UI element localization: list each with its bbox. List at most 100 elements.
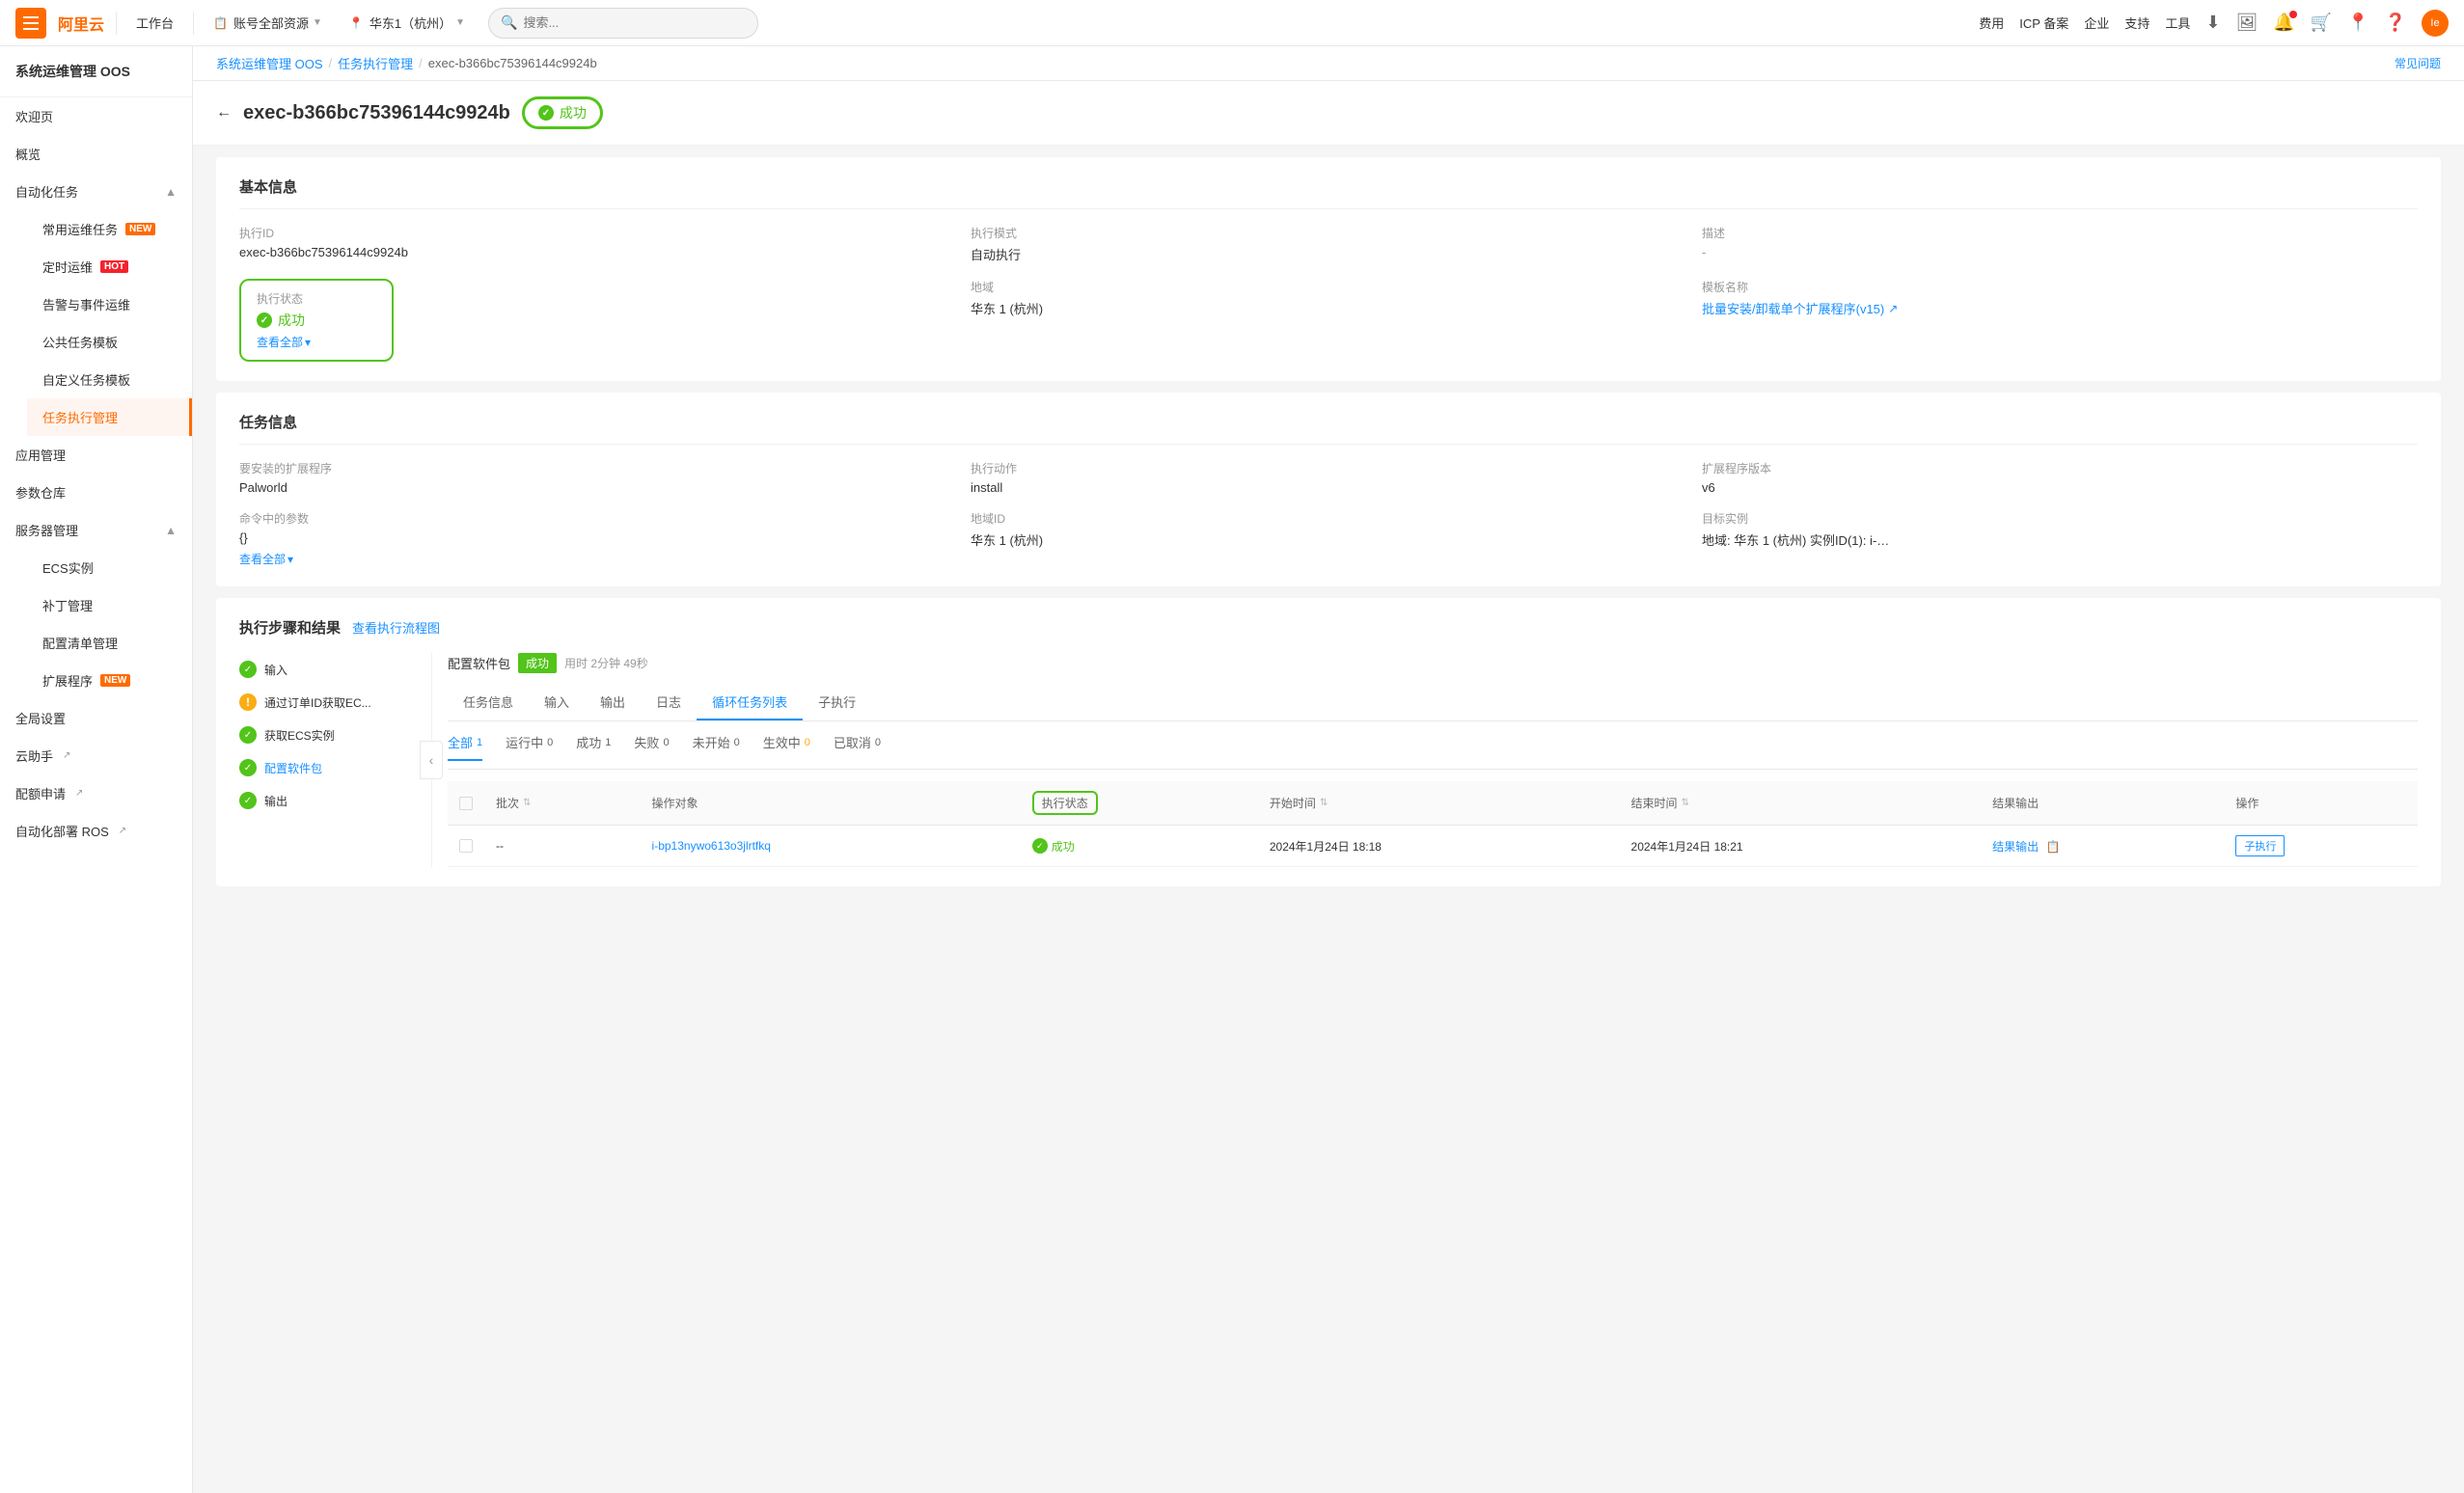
download-icon[interactable]: ⬇: [2205, 13, 2220, 33]
filter-not-started[interactable]: 未开始 0: [693, 733, 740, 761]
back-button[interactable]: ←: [216, 104, 232, 122]
filter-cancelled[interactable]: 已取消 0: [834, 733, 881, 761]
sidebar-item-alert-ops[interactable]: 告警与事件运维: [27, 285, 192, 323]
value-exec-id: exec-b366bc75396144c9924b: [239, 245, 955, 259]
sidebar-item-extensions[interactable]: 扩展程序 NEW: [27, 662, 192, 699]
sidebar-item-common-ops[interactable]: 常用运维任务 NEW: [27, 210, 192, 248]
collapse-toggle[interactable]: ‹: [420, 741, 443, 779]
sidebar-item-cloud-assist[interactable]: 云助手 ↗: [0, 737, 192, 774]
tab-log[interactable]: 日志: [641, 685, 697, 720]
nav-icp[interactable]: ICP 备案: [2019, 14, 2068, 32]
th-batch-sort: 批次 ⇅: [496, 795, 629, 811]
th-end-sort: 结束时间 ⇅: [1631, 795, 1970, 811]
view-all-chevron: ▾: [305, 336, 311, 349]
sidebar-item-custom-template[interactable]: 自定义任务模板: [27, 361, 192, 398]
th-batch-sort-icon[interactable]: ⇅: [523, 798, 531, 808]
help-icon[interactable]: ❓: [2385, 13, 2406, 33]
step-ecs[interactable]: 获取ECS实例: [239, 719, 416, 751]
row-checkbox[interactable]: [459, 839, 473, 853]
nav-workbench[interactable]: 工作台: [128, 14, 181, 32]
filter-success[interactable]: 成功 1: [576, 733, 611, 761]
td-checkbox: [448, 826, 484, 867]
label-ext-version: 扩展程序版本: [1702, 460, 2418, 476]
filter-active[interactable]: 生效中 0: [763, 733, 810, 761]
header-checkbox[interactable]: [459, 797, 473, 810]
sidebar-item-param-store[interactable]: 参数仓库: [0, 474, 192, 511]
step-input[interactable]: 输入: [239, 653, 416, 686]
view-all-status[interactable]: 查看全部 ▾: [257, 334, 376, 350]
step-pkg[interactable]: 配置软件包: [239, 751, 416, 784]
child-exec-button[interactable]: 子执行: [2235, 835, 2285, 856]
cart-icon[interactable]: 🛒: [2311, 13, 2332, 33]
sidebar-item-task-execution[interactable]: 任务执行管理: [27, 398, 192, 436]
image-icon[interactable]: 🖼: [2235, 13, 2258, 33]
sidebar-item-ros[interactable]: 自动化部署 ROS ↗: [0, 812, 192, 850]
sidebar-item-scheduled[interactable]: 定时运维 HOT: [27, 248, 192, 285]
filter-all[interactable]: 全部 1: [448, 733, 482, 761]
th-action: 操作: [2224, 781, 2418, 826]
location-nav-icon[interactable]: 📍: [2347, 13, 2368, 33]
td-start: 2024年1月24日 18:18: [1258, 826, 1620, 867]
sidebar-label-welcome: 欢迎页: [15, 107, 53, 125]
steps-layout: 输入 ! 通过订单ID获取EC... 获取ECS实例 配置软件包: [239, 653, 2418, 867]
notification-icon[interactable]: 🔔: [2273, 13, 2294, 33]
sidebar-item-inventory[interactable]: 配置清单管理: [27, 624, 192, 662]
user-avatar[interactable]: Ie: [2422, 10, 2449, 37]
sidebar-item-app-mgmt[interactable]: 应用管理: [0, 436, 192, 474]
filter-failed-label: 失败: [634, 733, 659, 751]
copy-icon[interactable]: 📋: [2046, 840, 2061, 854]
tab-output[interactable]: 输出: [585, 685, 641, 720]
sidebar-label-public-template: 公共任务模板: [42, 333, 118, 351]
breadcrumb-task-exec[interactable]: 任务执行管理: [338, 54, 413, 72]
output-link[interactable]: 结果输出: [1992, 840, 2039, 854]
nav-region[interactable]: 📍 华东1（杭州） ▼: [342, 14, 473, 32]
logo-text: 阿里云: [58, 12, 104, 35]
tab-task-info[interactable]: 任务信息: [448, 685, 529, 720]
basic-info-title: 基本信息: [239, 176, 2418, 209]
sidebar-item-patch[interactable]: 补丁管理: [27, 586, 192, 624]
th-start-sort-icon[interactable]: ⇅: [1320, 798, 1328, 808]
logo[interactable]: 阿里云: [58, 12, 104, 35]
search-box[interactable]: 🔍: [488, 8, 758, 39]
sidebar-item-ecs[interactable]: ECS实例: [27, 549, 192, 586]
step-output[interactable]: 输出: [239, 784, 416, 817]
content-area: 系统运维管理 OOS / 任务执行管理 / exec-b366bc7539614…: [193, 46, 2464, 1493]
view-flow-link[interactable]: 查看执行流程图: [352, 618, 440, 637]
nav-account[interactable]: 📋 账号全部资源 ▼: [205, 14, 330, 32]
search-input[interactable]: [523, 15, 746, 30]
hamburger-button[interactable]: [15, 8, 46, 39]
sidebar-item-automation[interactable]: 自动化任务 ▲: [0, 173, 192, 210]
sidebar-item-welcome[interactable]: 欢迎页: [0, 97, 192, 135]
step-order[interactable]: ! 通过订单ID获取EC...: [239, 686, 416, 719]
tab-loop-tasks[interactable]: 循环任务列表: [697, 685, 803, 720]
nav-support[interactable]: 支持: [2124, 14, 2149, 32]
th-batch-label: 批次: [496, 795, 519, 811]
value-template[interactable]: 批量安装/卸载单个扩展程序(v15) ↗: [1702, 299, 2418, 317]
breadcrumb-oos[interactable]: 系统运维管理 OOS: [216, 54, 323, 72]
th-end-sort-icon[interactable]: ⇅: [1682, 798, 1689, 808]
tab-child-exec[interactable]: 子执行: [803, 685, 871, 720]
sidebar-item-overview[interactable]: 概览: [0, 135, 192, 173]
table-wrapper: 批次 ⇅ 操作对象: [448, 781, 2418, 867]
sidebar-item-global-settings[interactable]: 全局设置: [0, 699, 192, 737]
step-label-ecs: 获取ECS实例: [264, 727, 335, 744]
nav-fee[interactable]: 费用: [1979, 14, 2004, 32]
sidebar-item-server-mgmt[interactable]: 服务器管理 ▲: [0, 511, 192, 549]
sidebar-item-public-template[interactable]: 公共任务模板: [27, 323, 192, 361]
time-info: 用时 2分钟 49秒: [564, 655, 648, 671]
info-region: 地域 华东 1 (杭州): [971, 279, 1686, 362]
sidebar-label-extensions: 扩展程序: [42, 671, 93, 690]
filter-running[interactable]: 运行中 0: [506, 733, 553, 761]
breadcrumb-faq[interactable]: 常见问题: [2395, 55, 2441, 71]
nav-enterprise[interactable]: 企业: [2084, 14, 2109, 32]
sidebar: 系统运维管理 OOS 欢迎页 概览 自动化任务 ▲ 常用运维任务 NEW 定时运…: [0, 46, 193, 1493]
nav-tools[interactable]: 工具: [2165, 14, 2190, 32]
target-link[interactable]: i-bp13nywo613o3jlrtfkq: [652, 839, 771, 853]
label-exec-status: 执行状态: [257, 290, 376, 307]
sidebar-label-task-execution: 任务执行管理: [42, 408, 118, 426]
filter-failed[interactable]: 失败 0: [634, 733, 669, 761]
view-all-task[interactable]: 查看全部 ▾: [239, 551, 955, 567]
tab-input[interactable]: 输入: [529, 685, 585, 720]
filter-active-label: 生效中: [763, 733, 801, 751]
sidebar-item-quota[interactable]: 配额申请 ↗: [0, 774, 192, 812]
